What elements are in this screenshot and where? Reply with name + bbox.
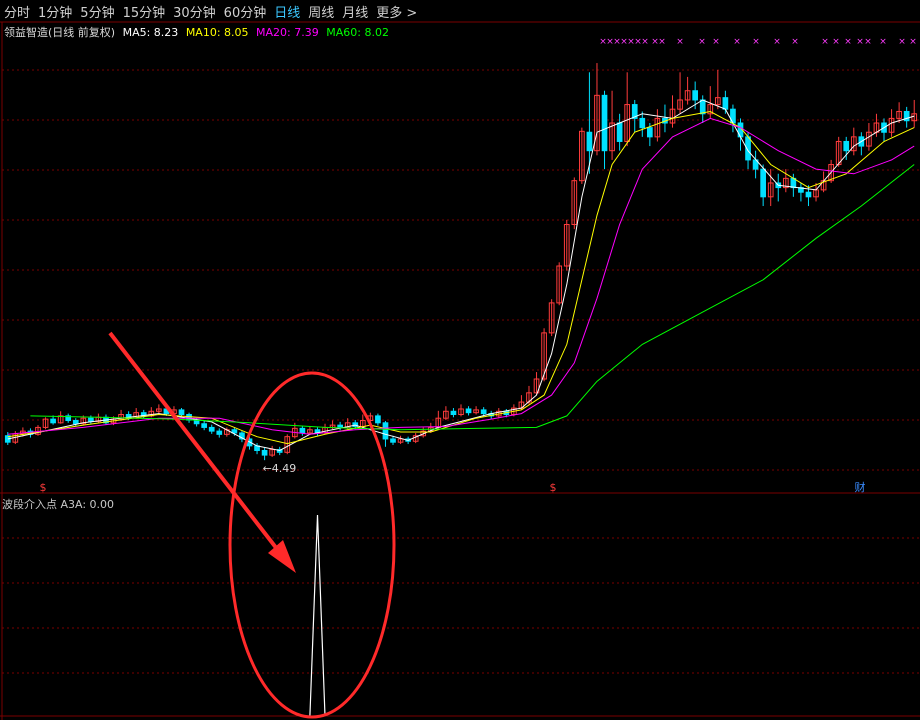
ma60-line (30, 164, 915, 431)
candle-body (586, 131, 593, 152)
signal-x-marker: × (698, 37, 706, 47)
candle-body (178, 409, 185, 416)
candle-body (72, 420, 79, 425)
candle-body (201, 423, 208, 428)
signal-x-marker: × (752, 37, 760, 47)
signal-x-marker: × (909, 37, 917, 47)
candle-body (186, 414, 192, 421)
a3a-indicator-line (309, 514, 326, 717)
candle-body (601, 94, 608, 152)
finance-event-marker: 财 (855, 480, 866, 494)
ma5-line (7, 99, 915, 452)
candle-body (337, 424, 343, 428)
candle-body (692, 90, 699, 101)
candle-body (805, 191, 812, 198)
signal-x-marker: × (658, 37, 666, 47)
candle-body (208, 426, 215, 432)
candle-body (699, 99, 706, 115)
candle-body (450, 410, 457, 416)
candle-body (722, 97, 729, 110)
candle-body (261, 449, 268, 456)
candle-body (760, 168, 766, 198)
signal-x-marker: × (791, 37, 799, 47)
signal-x-marker: × (773, 37, 781, 47)
signal-x-marker: × (733, 37, 741, 47)
candle-body (616, 122, 623, 142)
event-marker: $ (40, 481, 47, 494)
candle-body (216, 430, 223, 435)
signal-x-marker: × (832, 37, 840, 47)
signal-x-marker: × (676, 37, 684, 47)
candle-body (50, 418, 56, 424)
candle-body (480, 409, 487, 415)
kline-chart: ←4.49$ $ 财× × × × × × × × × × × × × × × × × × × × × × × × (0, 21, 920, 720)
signal-x-marker: × (879, 37, 887, 47)
ma10-line (7, 110, 915, 445)
signal-x-marker: × (844, 37, 852, 47)
event-marker: $ (550, 481, 557, 494)
candle-body (299, 427, 306, 434)
candle-body (647, 127, 653, 138)
candle-body (231, 429, 238, 434)
candle-body (465, 408, 472, 414)
signal-x-marker: × (856, 37, 864, 47)
candle-body (390, 438, 396, 443)
signal-x-marker: × (821, 37, 829, 47)
candle-body (639, 117, 646, 129)
low-price-label: ←4.49 (263, 462, 297, 475)
ma20-line (7, 117, 915, 435)
signal-x-marker: × (898, 37, 906, 47)
candle-body (843, 140, 850, 152)
signal-x-marker: × (864, 37, 872, 47)
candle-body (375, 415, 381, 424)
signal-x-marker: × (712, 37, 720, 47)
signal-x-marker: × (641, 37, 649, 47)
candle-body (88, 417, 94, 422)
candle-body (382, 422, 389, 440)
